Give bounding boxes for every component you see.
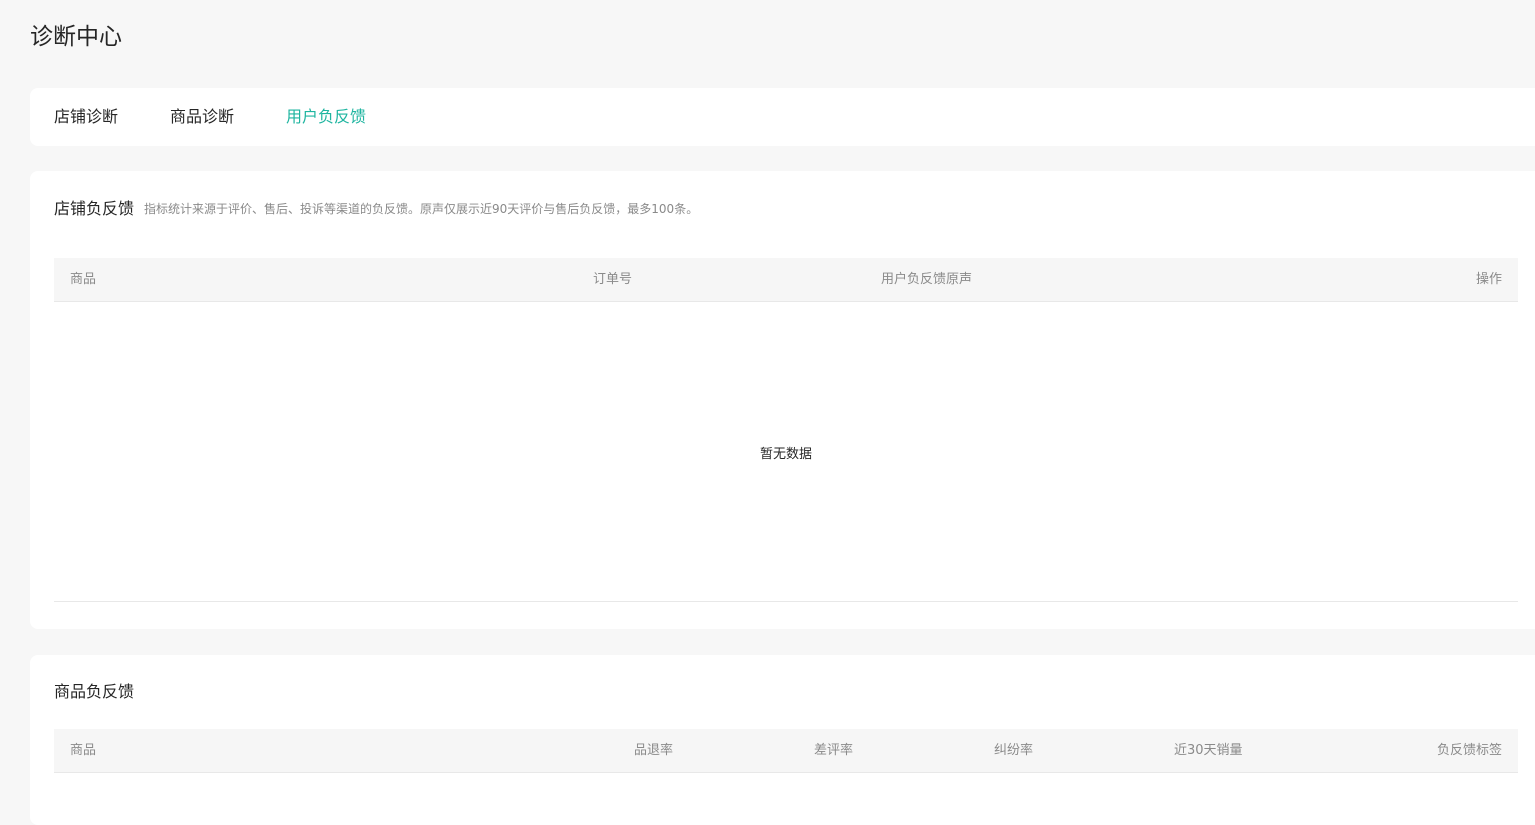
page-title: 诊断中心 bbox=[30, 24, 122, 50]
column-header-negative-review-rate: 差评率 bbox=[814, 743, 854, 758]
column-header-product: 商品 bbox=[70, 272, 97, 287]
product-feedback-header: 商品负反馈 bbox=[54, 680, 134, 704]
column-header-actions: 操作 bbox=[1475, 272, 1502, 287]
store-feedback-header: 店铺负反馈 指标统计来源于评价、售后、投诉等渠道的负反馈。原声仅展示近90天评价与… bbox=[54, 197, 698, 221]
store-feedback-card: 店铺负反馈 指标统计来源于评价、售后、投诉等渠道的负反馈。原声仅展示近90天评价与… bbox=[30, 171, 1535, 629]
empty-state-text: 暂无数据 bbox=[759, 447, 812, 462]
column-header-feedback-voice: 用户负反馈原声 bbox=[881, 272, 973, 287]
store-feedback-description: 指标统计来源于评价、售后、投诉等渠道的负反馈。原声仅展示近90天评价与售后负反馈… bbox=[144, 202, 699, 216]
store-feedback-title: 店铺负反馈 bbox=[54, 199, 135, 218]
product-feedback-card: 商品负反馈 商品 品退率 差评率 纠纷率 近30天销量 负反馈标签 bbox=[30, 655, 1535, 825]
tab-bar: 店铺诊断 商品诊断 用户负反馈 bbox=[30, 88, 1535, 146]
column-header-dispute-rate: 纠纷率 bbox=[994, 743, 1034, 758]
column-header-feedback-tags: 负反馈标签 bbox=[1436, 743, 1502, 758]
column-header-30-day-sales: 近30天销量 bbox=[1174, 743, 1243, 758]
column-header-product: 商品 bbox=[70, 743, 97, 758]
tab-user-negative-feedback[interactable]: 用户负反馈 bbox=[286, 88, 366, 146]
store-feedback-table-body: 暂无数据 bbox=[54, 302, 1518, 602]
column-header-return-rate: 品退率 bbox=[634, 743, 674, 758]
product-feedback-title: 商品负反馈 bbox=[54, 682, 135, 701]
tab-product-diagnosis[interactable]: 商品诊断 bbox=[170, 88, 234, 146]
store-feedback-table-header: 商品 订单号 用户负反馈原声 操作 bbox=[54, 258, 1518, 302]
column-header-order-number: 订单号 bbox=[593, 272, 633, 287]
product-feedback-table-header: 商品 品退率 差评率 纠纷率 近30天销量 负反馈标签 bbox=[54, 729, 1518, 773]
tab-store-diagnosis[interactable]: 店铺诊断 bbox=[54, 88, 118, 146]
